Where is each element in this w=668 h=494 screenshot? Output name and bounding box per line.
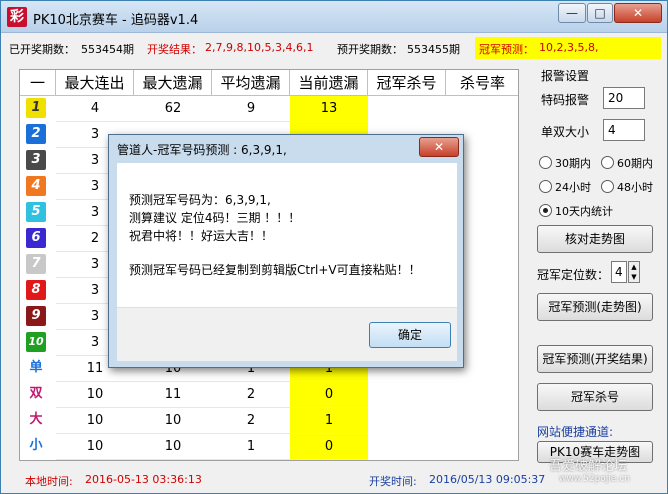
champion-position-label: 冠军定位数： bbox=[537, 268, 610, 282]
cell-max-miss: 62 bbox=[134, 96, 212, 122]
number-badge: 小 bbox=[29, 438, 43, 453]
cell-cur-miss: 0 bbox=[290, 434, 368, 460]
spin-arrows-icon[interactable]: ▲ ▼ bbox=[628, 261, 640, 283]
radio-button-icon[interactable] bbox=[601, 156, 614, 169]
minimize-button[interactable]: — bbox=[558, 3, 586, 23]
app-icon: 彩 bbox=[7, 7, 27, 27]
number-badge: 10 bbox=[26, 332, 46, 352]
close-button[interactable]: ✕ bbox=[614, 3, 662, 23]
cell-avg-miss: 1 bbox=[212, 434, 290, 460]
draw-result-label: 开奖结果： bbox=[147, 43, 202, 56]
header-col-current-miss[interactable]: 当前遗漏 bbox=[290, 70, 368, 96]
predict-result-button[interactable]: 冠军预测(开奖结果) bbox=[537, 345, 653, 373]
opened-periods-label: 已开奖期数： bbox=[9, 43, 75, 56]
header-col-max-miss[interactable]: 最大遗漏 bbox=[134, 70, 212, 96]
next-period-value: 553455期 bbox=[407, 43, 460, 56]
radio-button-icon[interactable] bbox=[601, 180, 614, 193]
dialog-line-3: 祝君中将！！好运大吉！！ bbox=[129, 229, 274, 243]
site-shortcut-label: 网站便捷通道: bbox=[537, 425, 614, 439]
radio-button-icon[interactable] bbox=[539, 180, 552, 193]
window-title: PK10北京赛车 - 追码器v1.4 bbox=[33, 13, 199, 28]
number-badge: 5 bbox=[26, 202, 46, 222]
spin-up-icon[interactable]: ▲ bbox=[629, 262, 639, 272]
cell-avg-miss: 9 bbox=[212, 96, 290, 122]
local-time-value: 2016-05-13 03:36:13 bbox=[85, 473, 202, 486]
maximize-button[interactable]: □ bbox=[587, 3, 613, 23]
dialog-line-2: 测算建议 定位4码！三期 ！！！ bbox=[129, 211, 301, 225]
champion-prediction-label: 冠军预测： bbox=[479, 43, 534, 56]
dialog-line-4: 预测冠军号码已经复制到剪辑版Ctrl+V可直接粘贴！！ bbox=[129, 263, 421, 277]
dialog-body: 预测冠军号码为：6,3,9,1, 测算建议 定位4码！三期 ！！！ 祝君中将！！… bbox=[117, 163, 457, 361]
number-badge: 3 bbox=[26, 150, 46, 170]
number-badge: 9 bbox=[26, 306, 46, 326]
odd-even-input[interactable]: 4 bbox=[603, 119, 645, 141]
cell-max-streak: 4 bbox=[56, 96, 134, 122]
number-badge: 大 bbox=[29, 412, 43, 427]
champion-position-input[interactable]: 4 bbox=[611, 261, 627, 283]
radio-button-icon[interactable] bbox=[539, 204, 552, 217]
title-bar: 彩 PK10北京赛车 - 追码器v1.4 — □ ✕ bbox=[1, 1, 667, 33]
opened-periods-value: 553454期 bbox=[81, 43, 134, 56]
special-alarm-label: 特码报警 bbox=[541, 93, 590, 107]
dialog-close-button[interactable]: ✕ bbox=[419, 137, 459, 157]
number-badge: 8 bbox=[26, 280, 46, 300]
number-badge: 2 bbox=[26, 124, 46, 144]
dialog-title: 管道人-冠军号码预测 : 6,3,9,1, bbox=[117, 143, 287, 157]
cell-avg-miss: 2 bbox=[212, 408, 290, 434]
cell-max-miss: 10 bbox=[134, 434, 212, 460]
radio-label[interactable]: 60期内 bbox=[617, 155, 653, 171]
draw-time-label: 开奖时间: bbox=[369, 475, 417, 488]
cell-max-streak: 10 bbox=[56, 434, 134, 460]
radio-label[interactable]: 48小时 bbox=[617, 179, 653, 195]
prediction-dialog: 管道人-冠军号码预测 : 6,3,9,1, ✕ 预测冠军号码为：6,3,9,1,… bbox=[108, 134, 464, 368]
dialog-ok-button[interactable]: 确定 bbox=[369, 322, 451, 348]
cell-cur-miss: 0 bbox=[290, 382, 368, 408]
header-col-kill-rate[interactable]: 杀号率 bbox=[446, 70, 518, 96]
special-alarm-input[interactable]: 20 bbox=[603, 87, 645, 109]
number-badge: 4 bbox=[26, 176, 46, 196]
header-col-champion-kill[interactable]: 冠军杀号 bbox=[368, 70, 446, 96]
cell-max-streak: 10 bbox=[56, 408, 134, 434]
header-col-index[interactable]: 一 bbox=[20, 70, 56, 96]
number-badge: 6 bbox=[26, 228, 46, 248]
draw-result-value: 2,7,9,8,10,5,3,4,6,1 bbox=[205, 41, 314, 54]
local-time-label: 本地时间: bbox=[25, 475, 73, 488]
header-col-max-streak[interactable]: 最大连出 bbox=[56, 70, 134, 96]
number-badge: 单 bbox=[29, 360, 43, 375]
dialog-line-1: 预测冠军号码为：6,3,9,1, bbox=[129, 193, 271, 207]
watermark-line-1: 吾爱破解论坛 bbox=[549, 459, 628, 474]
watermark: 吾爱破解论坛 www.52pojie.cn bbox=[529, 455, 663, 491]
next-period-label: 预开奖期数： bbox=[337, 43, 403, 56]
cell-cur-miss: 1 bbox=[290, 408, 368, 434]
cell-cur-miss: 13 bbox=[290, 96, 368, 122]
cell-max-miss: 11 bbox=[134, 382, 212, 408]
draw-time-value: 2016/05/13 09:05:37 bbox=[429, 473, 546, 486]
odd-even-label: 单双大小 bbox=[541, 125, 590, 139]
radio-button-icon[interactable] bbox=[539, 156, 552, 169]
radio-label[interactable]: 24小时 bbox=[555, 179, 591, 195]
info-bar: 已开奖期数： 553454期 开奖结果： 2,7,9,8,10,5,3,4,6,… bbox=[9, 37, 661, 59]
predict-trend-button[interactable]: 冠军预测(走势图) bbox=[537, 293, 653, 321]
check-trend-button[interactable]: 核对走势图 bbox=[537, 225, 653, 253]
cell-avg-miss: 2 bbox=[212, 382, 290, 408]
champion-prediction-box: 冠军预测： 10,2,3,5,8, bbox=[475, 37, 661, 59]
watermark-line-2: www.52pojie.cn bbox=[559, 474, 630, 484]
cell-max-streak: 10 bbox=[56, 382, 134, 408]
dialog-footer: 确定 bbox=[117, 307, 457, 361]
cell-max-miss: 10 bbox=[134, 408, 212, 434]
champion-kill-button[interactable]: 冠军杀号 bbox=[537, 383, 653, 411]
radio-label[interactable]: 30期内 bbox=[555, 155, 591, 171]
header-col-avg-miss[interactable]: 平均遗漏 bbox=[212, 70, 290, 96]
radio-label[interactable]: 10天内统计 bbox=[555, 203, 613, 219]
spin-down-icon[interactable]: ▼ bbox=[629, 272, 639, 282]
champion-prediction-value: 10,2,3,5,8, bbox=[539, 41, 599, 54]
number-badge: 双 bbox=[29, 386, 43, 401]
alarm-settings-title: 报警设置 bbox=[541, 69, 590, 83]
number-badge: 7 bbox=[26, 254, 46, 274]
number-badge: 1 bbox=[26, 98, 46, 118]
